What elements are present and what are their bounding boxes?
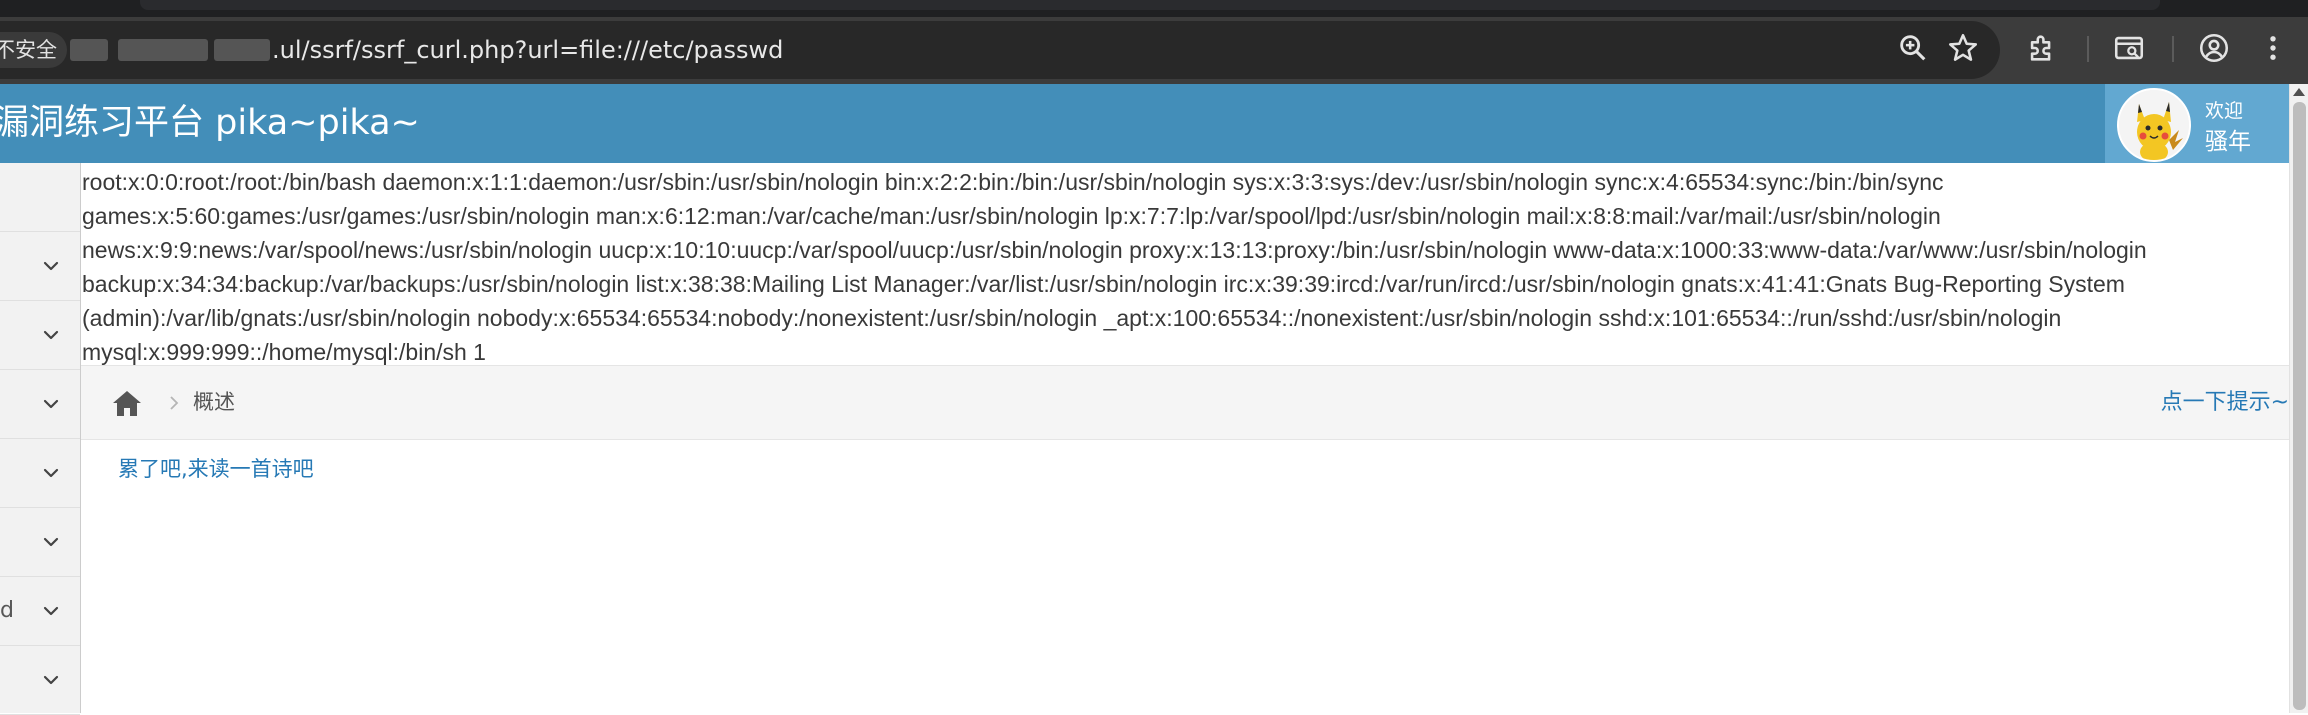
- chevron-down-icon: [40, 531, 62, 553]
- username-label: 骚年: [2205, 129, 2251, 155]
- bookmark-star-icon[interactable]: [1946, 31, 1980, 65]
- toolbar-separator: [2172, 36, 2174, 62]
- chevron-down-icon: [40, 600, 62, 622]
- sidebar-item-6[interactable]: [0, 508, 80, 577]
- sidebar: d: [0, 163, 81, 715]
- ssrf-response-output: root:x:0:0:root:/root:/bin/bash daemon:x…: [82, 169, 2147, 365]
- sidebar-item-3[interactable]: [0, 301, 80, 370]
- profile-icon[interactable]: [2197, 31, 2231, 65]
- url-text[interactable]: .ul/ssrf/ssrf_curl.php?url=file:///etc/p…: [272, 21, 783, 79]
- sidebar-item-1[interactable]: [0, 163, 80, 232]
- chevron-down-icon: [40, 669, 62, 691]
- breadcrumb: 概述 点一下提示~: [81, 365, 2289, 440]
- avatar: [2117, 88, 2191, 162]
- scroll-thumb[interactable]: [2293, 102, 2306, 710]
- scroll-up-arrow-icon[interactable]: [2293, 88, 2305, 96]
- chevron-down-icon: [40, 393, 62, 415]
- pikachu-avatar-icon: [2119, 90, 2189, 160]
- zoom-icon[interactable]: [1896, 31, 1930, 65]
- home-icon[interactable]: [111, 388, 143, 418]
- breadcrumb-current: 概述: [193, 390, 235, 414]
- hint-link[interactable]: 点一下提示~: [2161, 366, 2289, 439]
- tab-search-icon[interactable]: [2112, 31, 2146, 65]
- sidebar-item-label: d: [0, 598, 14, 623]
- redacted-host-part: [118, 39, 208, 61]
- sidebar-item-2[interactable]: [0, 232, 80, 301]
- sidebar-item-7[interactable]: d: [0, 577, 80, 646]
- top-navbar: 漏洞练习平台 pika~pika~ 欢迎 骚年: [0, 84, 2289, 163]
- active-tab[interactable]: [140, 0, 2160, 10]
- chevron-down-icon: [40, 255, 62, 277]
- chevron-down-icon: [40, 462, 62, 484]
- poem-link[interactable]: 累了吧,来读一首诗吧: [118, 453, 314, 483]
- redacted-host-part: [70, 39, 108, 61]
- sidebar-item-4[interactable]: [0, 370, 80, 439]
- chevron-right-icon: [167, 394, 181, 412]
- welcome-label: 欢迎: [2205, 100, 2244, 122]
- address-bar[interactable]: 不安全 .ul/ssrf/ssrf_curl.php?url=file:///e…: [0, 21, 2000, 79]
- user-menu[interactable]: 欢迎 骚年: [2105, 84, 2289, 163]
- security-label: 不安全: [0, 38, 57, 62]
- browser-tab-strip: [0, 0, 2308, 17]
- sidebar-item-8[interactable]: [0, 646, 80, 715]
- security-indicator[interactable]: 不安全: [0, 32, 67, 68]
- page-viewport: 漏洞练习平台 pika~pika~ 欢迎 骚年 d root:x:0:0:roo…: [0, 84, 2308, 715]
- menu-dots-icon[interactable]: [2256, 31, 2290, 65]
- extensions-icon[interactable]: [2025, 31, 2059, 65]
- page-scrollbar[interactable]: [2289, 84, 2308, 713]
- redacted-host-part: [214, 39, 270, 61]
- browser-toolbar: 不安全 .ul/ssrf/ssrf_curl.php?url=file:///e…: [0, 17, 2308, 84]
- site-brand[interactable]: 漏洞练习平台 pika~pika~: [0, 84, 420, 163]
- sidebar-item-5[interactable]: [0, 439, 80, 508]
- toolbar-separator: [2087, 36, 2089, 62]
- chevron-down-icon: [40, 324, 62, 346]
